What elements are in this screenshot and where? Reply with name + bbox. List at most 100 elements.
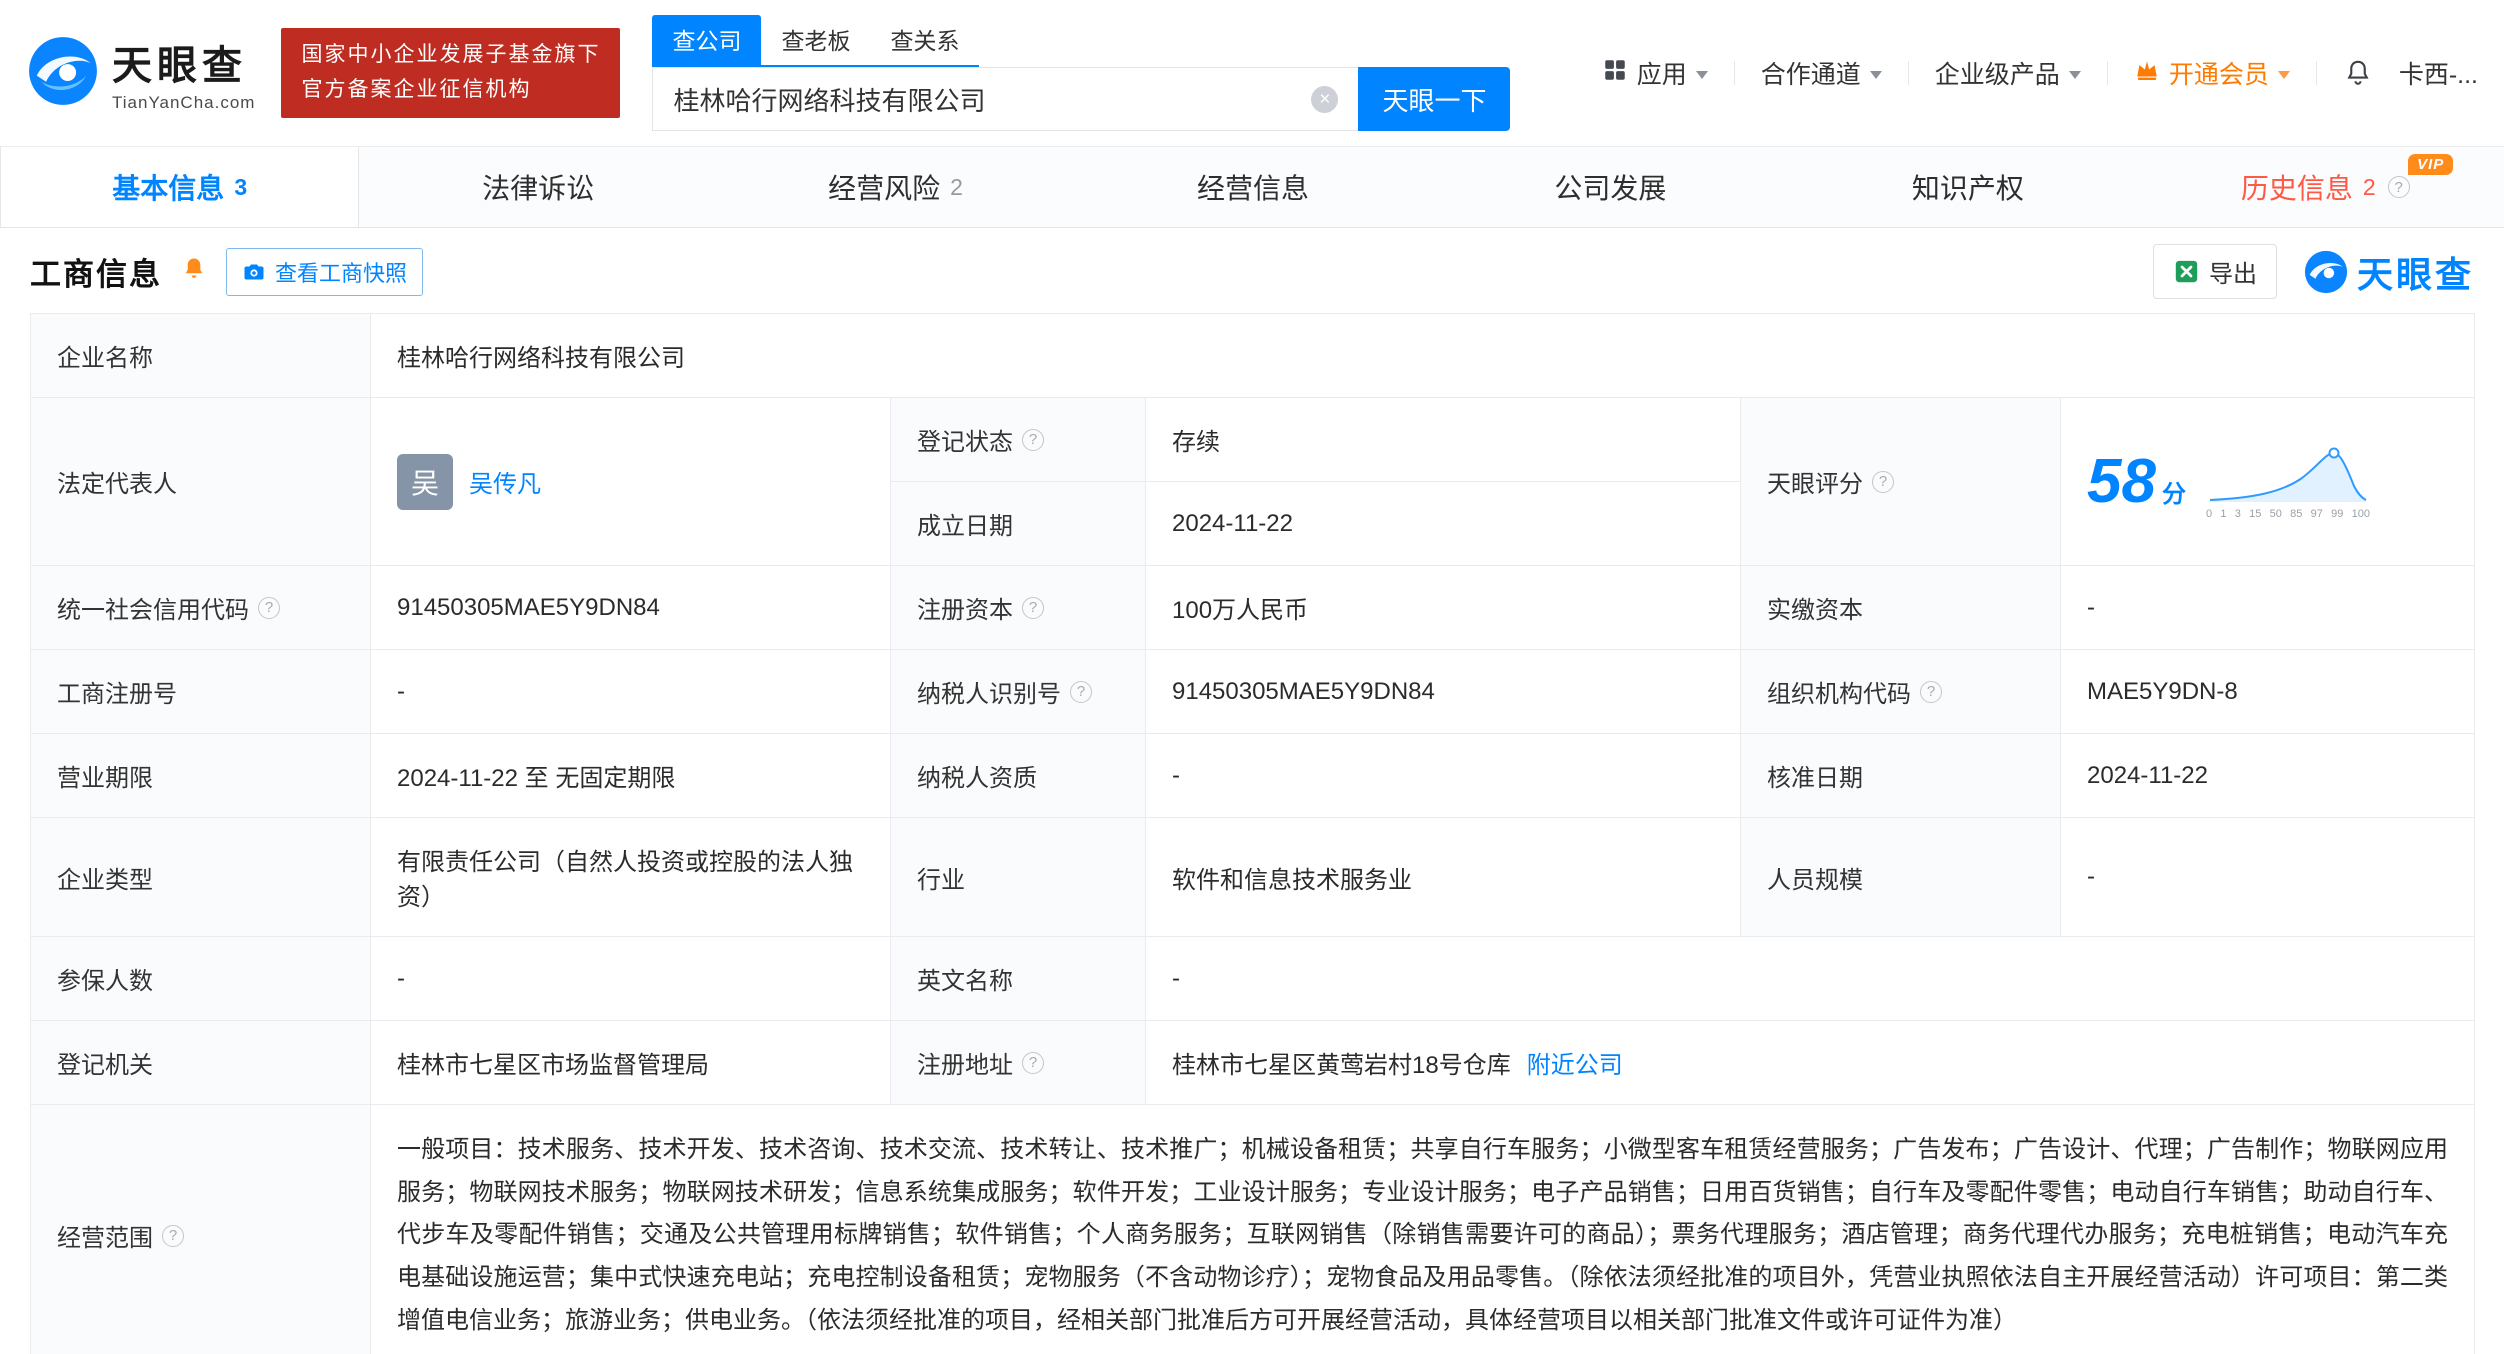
industry-label: 行业 [890,817,1146,937]
org-code-value: MAE5Y9DN-8 [2059,649,2476,734]
user-menu[interactable]: 卡西-... [2399,55,2478,91]
approval-date-label: 核准日期 [1740,733,2061,818]
gov-certification-badge: 国家中小企业发展子基金旗下 官方备案企业征信机构 [281,28,621,118]
tianyancha-watermark-icon [2304,250,2348,293]
help-icon[interactable]: ? [1022,428,1044,451]
help-icon[interactable]: ? [2387,176,2410,198]
chevron-down-icon [1695,70,1708,79]
help-icon[interactable]: ? [1022,1051,1044,1074]
search-input[interactable] [652,67,1359,131]
reg-no-label: 工商注册号 [30,649,371,734]
authority-label: 登记机关 [30,1020,371,1105]
search-button[interactable]: 天眼一下 [1358,67,1511,131]
tab-operating-info[interactable]: 经营信息 [1074,147,1431,227]
tab-intellectual-property[interactable]: 知识产权 [1789,147,2146,227]
notification-bell[interactable] [2343,58,2373,88]
table-row: 登记机关 桂林市七星区市场监督管理局 注册地址? 桂林市七星区黄莺岩村18号仓库… [30,1020,2476,1105]
nav-divider [1733,61,1735,85]
nav-partner[interactable]: 合作通道 [1761,55,1882,91]
paid-capital-label: 实缴资本 [1740,565,2061,650]
address-cell: 桂林市七星区黄莺岩村18号仓库 附近公司 [1144,1020,2476,1105]
approval-date-value: 2024-11-22 [2059,733,2476,818]
tab-history-info[interactable]: VIP 历史信息 2 ? [2147,147,2504,227]
taxpayer-no-value: 91450305MAE5Y9DN84 [1145,649,1741,734]
address-label: 注册地址? [890,1020,1146,1105]
help-icon[interactable]: ? [1872,470,1894,493]
view-snapshot-button[interactable]: 查看工商快照 [226,247,424,296]
tab-basic-info[interactable]: 基本信息 3 [0,147,360,227]
help-icon[interactable]: ? [1022,596,1044,619]
insured-value: - [370,936,891,1021]
nearby-companies-link[interactable]: 附近公司 [1527,1045,1623,1080]
nav-enterprise-label: 企业级产品 [1934,61,2060,89]
chevron-down-icon [2277,70,2290,79]
business-info-header: 工商信息 查看工商快照 导出 天眼查 [0,228,2504,311]
nav-vip-upgrade[interactable]: 开通会员 [2134,55,2290,91]
taxpayer-quali-value: - [1145,733,1741,818]
tab-label: 法律诉讼 [482,173,595,204]
nav-apps[interactable]: 应用 [1602,55,1708,91]
bell-icon [2347,60,2369,85]
taxpayer-quali-label: 纳税人资质 [890,733,1146,818]
reg-capital-value: 100万人民币 [1145,565,1741,650]
industry-value: 软件和信息技术服务业 [1145,817,1741,937]
company-type-value: 有限责任公司（自然人投资或控股的法人独资） [370,817,891,937]
search-tab-boss[interactable]: 查老板 [761,15,870,65]
tab-label: 知识产权 [1911,173,2024,204]
tab-label: 经营信息 [1196,173,1309,204]
score-curve-chart: 013 15 50 85 97 99 100 [2206,444,2370,520]
camera-icon [244,264,264,279]
table-row: 企业类型 有限责任公司（自然人投资或控股的法人独资） 行业 软件和信息技术服务业… [30,817,2476,937]
score-unit: 分 [2161,480,2186,508]
establish-date-label: 成立日期 [890,481,1146,566]
credit-code-label: 统一社会信用代码? [30,565,371,650]
help-icon[interactable]: ? [1920,680,1942,703]
chevron-down-icon [2068,70,2081,79]
english-name-value: - [1144,936,2476,1021]
scope-value: 一般项目：技术服务、技术开发、技术咨询、技术交流、技术转让、技术推广；机械设备租… [369,1104,2476,1354]
term-value: 2024-11-22 至 无固定期限 [370,733,891,818]
search-tab-relation[interactable]: 查关系 [870,15,979,65]
nav-divider [2106,61,2108,85]
company-section-tabs: 基本信息 3 法律诉讼 经营风险 2 经营信息 公司发展 知识产权 VIP 历史… [0,146,2504,228]
search-tabs: 查公司 查老板 查关系 [652,15,980,67]
watermark-logo: 天眼查 [2303,246,2474,298]
avatar: 吴 [397,453,453,510]
crown-icon [2134,57,2160,90]
help-icon[interactable]: ? [258,596,280,619]
tab-operating-risk[interactable]: 经营风险 2 [717,147,1074,227]
gov-badge-line1: 国家中小企业发展子基金旗下 [301,43,601,67]
company-name-label: 企业名称 [30,313,371,398]
top-nav: 应用 合作通道 企业级产品 开通会员 卡西-... [1602,55,2478,91]
tab-count: 3 [234,173,248,200]
taxpayer-no-label: 纳税人识别号? [890,649,1146,734]
table-row: 营业期限 2024-11-22 至 无固定期限 纳税人资质 - 核准日期 202… [30,733,2476,818]
tab-legal-lawsuit[interactable]: 法律诉讼 [359,147,716,227]
help-icon[interactable]: ? [1070,680,1092,703]
help-icon[interactable]: ? [162,1224,184,1247]
table-row: 法定代表人 吴 吴传凡 登记状态? 存续 天眼评分? 58 分 0 1 3 15… [30,397,2476,566]
nav-enterprise[interactable]: 企业级产品 [1935,55,2081,91]
paid-capital-value: - [2059,565,2476,650]
table-row: 统一社会信用代码? 91450305MAE5Y9DN84 注册资本? 100万人… [30,565,2476,650]
reg-no-value: - [370,649,891,734]
tab-company-development[interactable]: 公司发展 [1432,147,1789,227]
export-button[interactable]: 导出 [2152,244,2277,299]
search-tab-company[interactable]: 查公司 [652,15,762,65]
score-axis: 013 15 50 85 97 99 100 [2205,507,2370,520]
scope-label: 经营范围? [30,1104,371,1354]
table-row: 经营范围? 一般项目：技术服务、技术开发、技术咨询、技术交流、技术转让、技术推广… [30,1104,2476,1354]
view-snapshot-label: 查看工商快照 [275,260,408,286]
search-box: × [652,67,1359,131]
reg-status-value: 存续 [1145,397,1741,482]
term-label: 营业期限 [30,733,371,818]
tianyancha-logo[interactable]: 天眼查 TianYanCha.com [26,33,255,113]
tab-label: 经营风险 [828,173,941,204]
staff-size-label: 人员规模 [1740,817,2061,937]
nav-partner-label: 合作通道 [1760,61,1861,89]
legal-rep-link[interactable]: 吴传凡 [469,464,541,499]
org-code-label: 组织机构代码? [1740,649,2061,734]
top-bar: 天眼查 TianYanCha.com 国家中小企业发展子基金旗下 官方备案企业征… [0,0,2504,146]
alert-bell-icon[interactable] [180,255,208,288]
staff-size-value: - [2059,817,2476,937]
